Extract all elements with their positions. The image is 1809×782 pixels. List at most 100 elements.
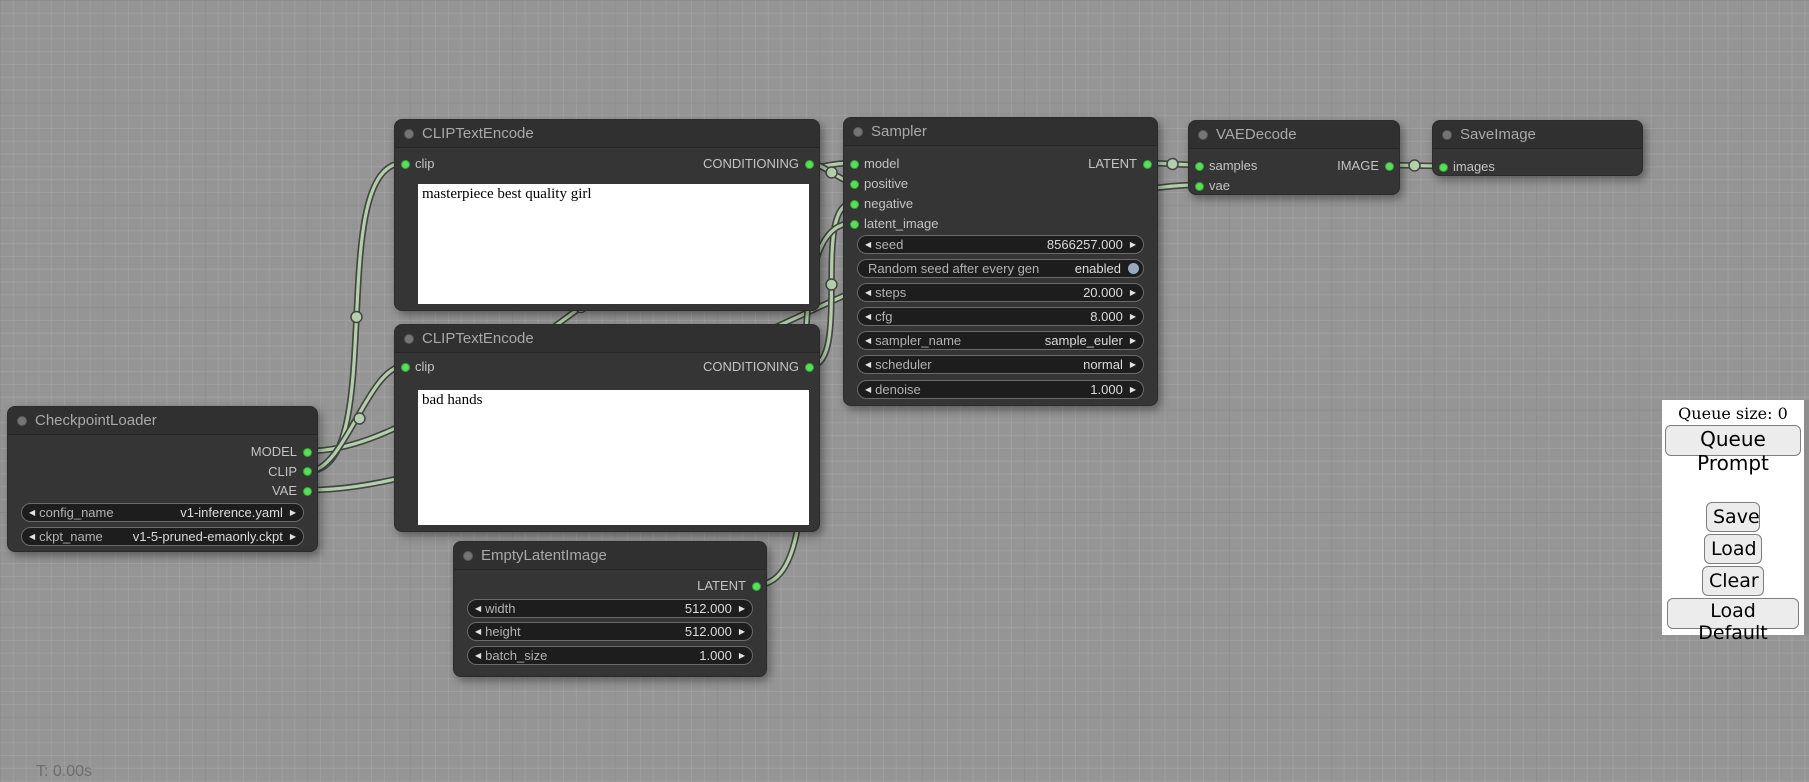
- widget-seed[interactable]: ◀seed8566257.000▶: [857, 235, 1144, 254]
- widget-decrement-arrow-icon[interactable]: ◀: [468, 623, 485, 640]
- link-midpoint-dot[interactable]: [826, 279, 837, 290]
- widget-increment-arrow-icon[interactable]: ▶: [1126, 308, 1143, 325]
- widget-value: 8566257.000: [1047, 236, 1126, 253]
- node-sampler[interactable]: Samplermodelpositivenegativelatent_image…: [843, 117, 1158, 406]
- input-slot-dot[interactable]: [401, 160, 410, 169]
- output-slot-dot[interactable]: [805, 363, 814, 372]
- node-title-bar[interactable]: CLIPTextEncode: [395, 325, 819, 353]
- widget-increment-arrow-icon[interactable]: ▶: [286, 504, 303, 521]
- widget-decrement-arrow-icon[interactable]: ◀: [468, 600, 485, 617]
- node-collapse-dot-icon[interactable]: [1198, 130, 1208, 140]
- output-slot-dot[interactable]: [303, 487, 312, 496]
- widget-increment-arrow-icon[interactable]: ▶: [735, 600, 752, 617]
- node-clip-text-encode-2[interactable]: CLIPTextEncodeclipCONDITIONINGbad hands: [394, 324, 820, 532]
- queue-prompt-button[interactable]: Queue Prompt: [1665, 425, 1801, 456]
- widget-decrement-arrow-icon[interactable]: ◀: [858, 284, 875, 301]
- input-slot-dot[interactable]: [1195, 182, 1204, 191]
- widget-increment-arrow-icon[interactable]: ▶: [1126, 332, 1143, 349]
- widget-decrement-arrow-icon[interactable]: ◀: [858, 236, 875, 253]
- widget-batch-size[interactable]: ◀batch_size1.000▶: [467, 646, 753, 665]
- node-collapse-dot-icon[interactable]: [17, 416, 27, 426]
- node-empty-latent-image[interactable]: EmptyLatentImageLATENT◀width512.000▶◀hei…: [453, 541, 767, 677]
- widget-sampler-name[interactable]: ◀sampler_namesample_euler▶: [857, 331, 1144, 350]
- node-checkpoint-loader[interactable]: CheckpointLoaderMODELCLIPVAE◀config_name…: [7, 406, 318, 552]
- output-slot-dot[interactable]: [1385, 162, 1394, 171]
- node-title-bar[interactable]: CheckpointLoader: [8, 407, 317, 435]
- clear-button[interactable]: Clear: [1702, 566, 1764, 596]
- queue-size-label: Queue size: 0: [1662, 404, 1804, 423]
- node-title: CLIPTextEncode: [422, 330, 534, 347]
- widget-ckpt-name[interactable]: ◀ckpt_namev1-5-pruned-emaonly.ckpt▶: [21, 527, 304, 546]
- link-midpoint-dot[interactable]: [1409, 160, 1420, 171]
- node-title-bar[interactable]: Sampler: [844, 118, 1157, 146]
- widget-increment-arrow-icon[interactable]: ▶: [1126, 236, 1143, 253]
- panel-scrollbar[interactable]: [1804, 400, 1809, 635]
- widget-decrement-arrow-icon[interactable]: ◀: [22, 528, 39, 545]
- widget-width[interactable]: ◀width512.000▶: [467, 599, 753, 618]
- widget-decrement-arrow-icon[interactable]: ◀: [22, 504, 39, 521]
- widget-increment-arrow-icon[interactable]: ▶: [1126, 356, 1143, 373]
- widget-steps[interactable]: ◀steps20.000▶: [857, 283, 1144, 302]
- widget-increment-arrow-icon[interactable]: ▶: [286, 528, 303, 545]
- widget-increment-arrow-icon[interactable]: ▶: [1126, 284, 1143, 301]
- node-collapse-dot-icon[interactable]: [463, 551, 473, 561]
- output-slot-dot[interactable]: [303, 467, 312, 476]
- widget-decrement-arrow-icon[interactable]: ◀: [858, 332, 875, 349]
- node-graph-canvas[interactable]: CLIPTextEncodeclipCONDITIONINGmasterpiec…: [0, 0, 1809, 782]
- save-button[interactable]: Save: [1706, 502, 1760, 532]
- node-clip-text-encode-1[interactable]: CLIPTextEncodeclipCONDITIONINGmasterpiec…: [394, 119, 820, 311]
- node-save-image[interactable]: SaveImageimages: [1432, 120, 1643, 176]
- widget-increment-arrow-icon[interactable]: ▶: [735, 647, 752, 664]
- node-vae-decode[interactable]: VAEDecodesamplesvaeIMAGE: [1188, 120, 1400, 195]
- widget-decrement-arrow-icon[interactable]: ◀: [468, 647, 485, 664]
- input-slot-dot[interactable]: [850, 220, 859, 229]
- widget-height[interactable]: ◀height512.000▶: [467, 622, 753, 641]
- link-midpoint-dot[interactable]: [351, 312, 362, 323]
- output-slot-dot[interactable]: [1143, 160, 1152, 169]
- load-default-button[interactable]: Load Default: [1667, 598, 1799, 629]
- widget-label: cfg: [875, 308, 892, 325]
- prompt-textarea[interactable]: masterpiece best quality girl: [418, 184, 809, 304]
- output-slot-dot[interactable]: [303, 448, 312, 457]
- node-title-bar[interactable]: VAEDecode: [1189, 121, 1399, 149]
- node-collapse-dot-icon[interactable]: [404, 334, 414, 344]
- queue-panel: Queue size: 0 Queue Prompt Save Load Cle…: [1662, 400, 1804, 635]
- toggle-enabled-dot-icon[interactable]: [1128, 263, 1139, 274]
- input-slot-dot[interactable]: [850, 200, 859, 209]
- widget-label: config_name: [39, 504, 113, 521]
- node-title-bar[interactable]: SaveImage: [1433, 121, 1642, 149]
- widget-decrement-arrow-icon[interactable]: ◀: [858, 356, 875, 373]
- node-collapse-dot-icon[interactable]: [853, 127, 863, 137]
- widget-random-seed-after-every-gen[interactable]: Random seed after every genenabled: [857, 259, 1144, 278]
- output-slot-label: CONDITIONING: [703, 358, 799, 376]
- widget-label: sampler_name: [875, 332, 961, 349]
- node-title-bar[interactable]: EmptyLatentImage: [454, 542, 766, 570]
- widget-scheduler[interactable]: ◀schedulernormal▶: [857, 355, 1144, 374]
- input-slot-dot[interactable]: [1195, 162, 1204, 171]
- widget-decrement-arrow-icon[interactable]: ◀: [858, 381, 875, 398]
- widget-value: 1.000: [1090, 381, 1126, 398]
- widget-denoise[interactable]: ◀denoise1.000▶: [857, 380, 1144, 399]
- input-slot-dot[interactable]: [401, 363, 410, 372]
- link-midpoint-dot[interactable]: [826, 167, 837, 178]
- widget-increment-arrow-icon[interactable]: ▶: [735, 623, 752, 640]
- input-slot-dot[interactable]: [850, 180, 859, 189]
- load-button[interactable]: Load: [1704, 534, 1762, 564]
- widget-increment-arrow-icon[interactable]: ▶: [1126, 381, 1143, 398]
- widget-label: width: [485, 600, 515, 617]
- input-slot-dot[interactable]: [1439, 163, 1448, 172]
- widget-cfg[interactable]: ◀cfg8.000▶: [857, 307, 1144, 326]
- output-slot-dot[interactable]: [805, 160, 814, 169]
- node-collapse-dot-icon[interactable]: [404, 129, 414, 139]
- widget-decrement-arrow-icon[interactable]: ◀: [858, 308, 875, 325]
- link-midpoint-dot[interactable]: [354, 413, 365, 424]
- output-slot-dot[interactable]: [752, 582, 761, 591]
- input-slot-label: model: [864, 155, 899, 173]
- prompt-textarea[interactable]: bad hands: [418, 390, 809, 525]
- node-title-bar[interactable]: CLIPTextEncode: [395, 120, 819, 148]
- node-collapse-dot-icon[interactable]: [1442, 130, 1452, 140]
- widget-config-name[interactable]: ◀config_namev1-inference.yaml▶: [21, 503, 304, 522]
- input-slot-dot[interactable]: [850, 160, 859, 169]
- link-midpoint-dot[interactable]: [1167, 159, 1178, 170]
- widget-label: height: [485, 623, 520, 640]
